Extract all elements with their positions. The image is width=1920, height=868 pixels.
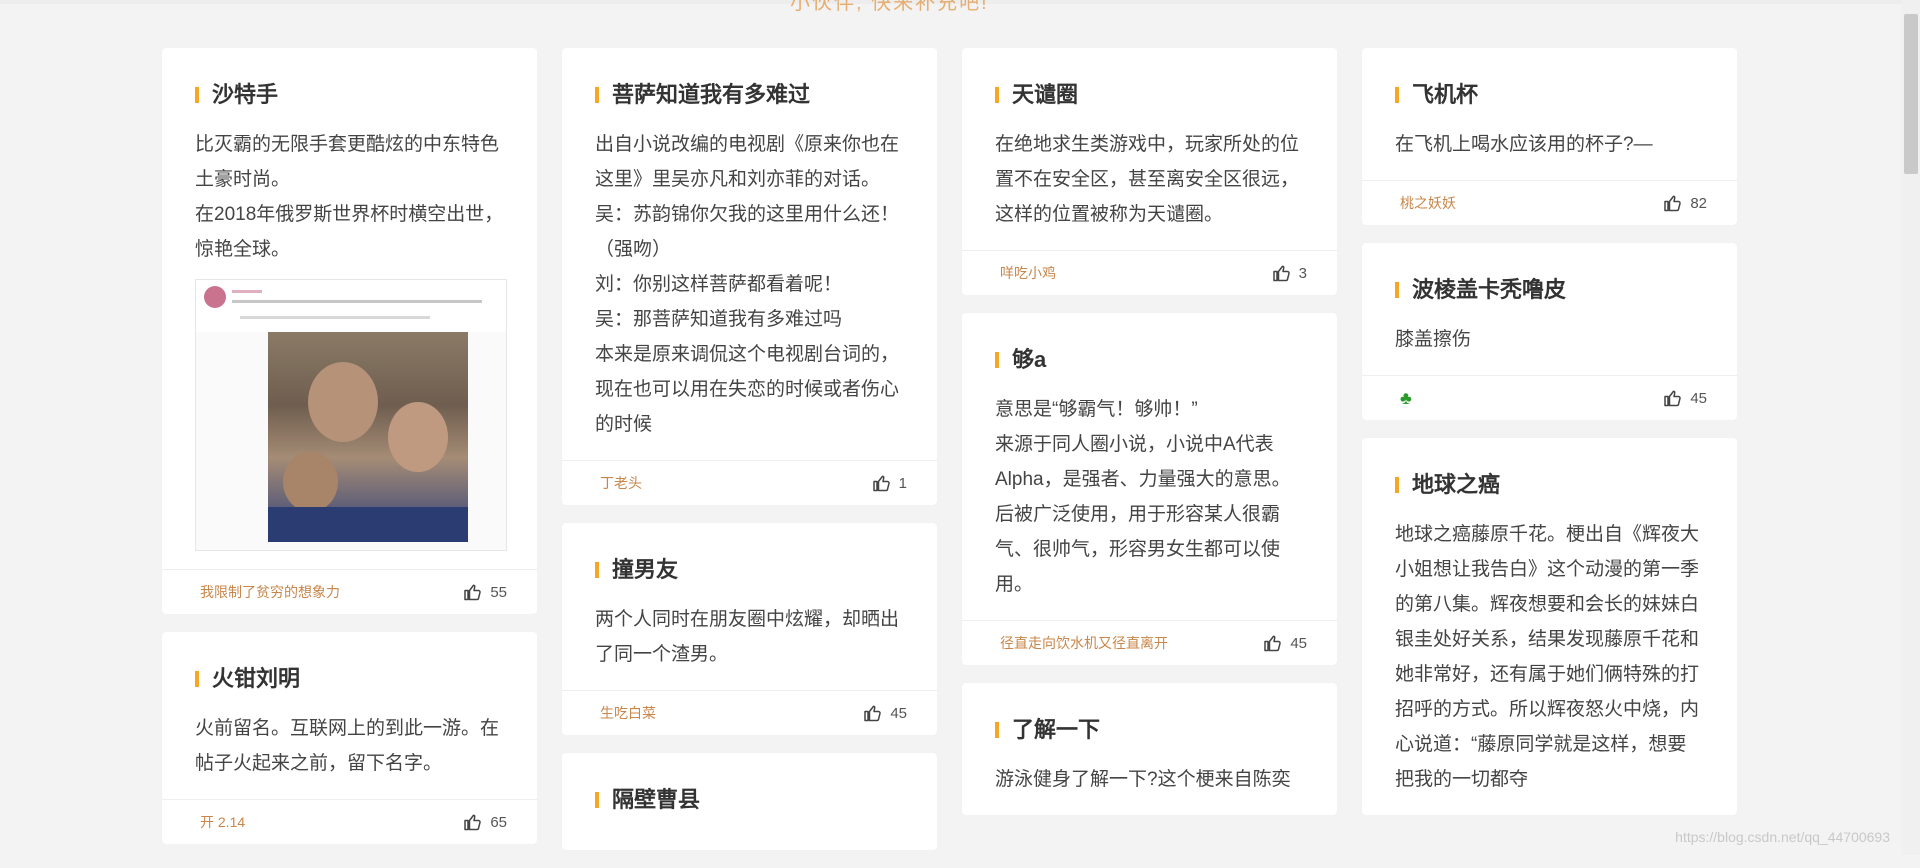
column-4: 飞机杯 在飞机上喝水应该用的杯子?— 桃之妖妖 82 波棱盖卡秃噜皮 膝盖擦伤 … [1362, 48, 1737, 833]
card-text: 出自小说改编的电视剧《原来你也在这里》里吴亦凡和刘亦菲的对话。吴：苏韵锦你欠我的… [595, 127, 904, 442]
thumbs-up-icon [872, 475, 890, 492]
like-button[interactable]: 65 [463, 813, 507, 831]
card-text: 在飞机上喝水应该用的杯子?— [1395, 127, 1704, 162]
card-title[interactable]: 隔壁曹县 [595, 786, 904, 814]
card-footer: 生吃白菜 45 [562, 690, 937, 735]
card-title[interactable]: 天谴圈 [995, 81, 1304, 109]
avatar [204, 286, 226, 308]
card-paragraph: 火前留名。互联网上的到此一游。在帖子火起来之前，留下名字。 [195, 718, 500, 774]
like-count: 45 [1690, 389, 1707, 407]
vertical-scrollbar[interactable] [1902, 0, 1920, 855]
card-paragraph: 游泳健身了解一下?这个梗来自陈奕 [995, 769, 1291, 790]
author-link[interactable]: 我限制了贫穷的想象力 [200, 582, 340, 602]
card-footer: 径直走向饮水机又径直离开 45 [962, 620, 1337, 665]
card-paragraph: 本来是原来调侃这个电视剧台词的，现在也可以用在失恋的时候或者伤心的时候 [595, 344, 900, 435]
card-paragraph: 膝盖擦伤 [1395, 329, 1472, 350]
card-image[interactable] [195, 279, 507, 551]
page-heading-partial: 小伙伴, 快来补充吧! [790, 0, 989, 14]
like-button[interactable]: 45 [1663, 389, 1707, 407]
card-title[interactable]: 沙特手 [195, 81, 504, 109]
photo [268, 332, 468, 542]
author-link[interactable]: 桃之妖妖 [1400, 193, 1456, 213]
card-footer: 开 2.14 65 [162, 799, 537, 844]
card-text: 两个人同时在朋友圈中炫耀，却晒出了同一个渣男。 [595, 602, 904, 672]
author-link[interactable]: 丁老头 [600, 473, 642, 493]
author-link[interactable]: 生吃白菜 [600, 703, 656, 723]
meme-card[interactable]: 火钳刘明 火前留名。互联网上的到此一游。在帖子火起来之前，留下名字。 开 2.1… [162, 632, 537, 844]
meme-card[interactable]: 够a 意思是“够霸气！够帅！” 来源于同人圈小说，小说中A代表Alpha，是强者… [962, 313, 1337, 665]
thumbs-up-icon [464, 814, 482, 831]
like-button[interactable]: 45 [863, 704, 907, 722]
like-button[interactable]: 3 [1272, 264, 1307, 282]
meme-card[interactable]: 菩萨知道我有多难过 出自小说改编的电视剧《原来你也在这里》里吴亦凡和刘亦菲的对话… [562, 48, 937, 505]
meme-card[interactable]: 撞男友 两个人同时在朋友圈中炫耀，却晒出了同一个渣男。 生吃白菜 45 [562, 523, 937, 735]
like-count: 3 [1298, 264, 1307, 282]
card-footer: 咩吃小鸡 3 [962, 250, 1337, 295]
meme-card[interactable]: 了解一下 游泳健身了解一下?这个梗来自陈奕 [962, 683, 1337, 815]
card-title[interactable]: 够a [995, 346, 1304, 374]
card-text: 火前留名。互联网上的到此一游。在帖子火起来之前，留下名字。 [195, 711, 504, 781]
card-text: 比灭霸的无限手套更酷炫的中东特色土豪时尚。 在2018年俄罗斯世界杯时横空出世，… [195, 127, 504, 267]
watermark: https://blog.csdn.net/qq_44700693 [1675, 829, 1890, 845]
thumbs-up-icon [864, 705, 882, 722]
card-paragraph: 在绝地求生类游戏中，玩家所处的位置不在安全区，甚至离安全区很远，这样的位置被称为… [995, 134, 1300, 225]
like-button[interactable]: 55 [463, 583, 507, 601]
column-3: 天谴圈 在绝地求生类游戏中，玩家所处的位置不在安全区，甚至离安全区很远，这样的位… [962, 48, 1337, 833]
column-2: 菩萨知道我有多难过 出自小说改编的电视剧《原来你也在这里》里吴亦凡和刘亦菲的对话… [562, 48, 937, 868]
like-button[interactable]: 1 [872, 474, 907, 492]
card-paragraph: 刘：你别这样菩萨都看着呢！ [595, 274, 843, 295]
clover-icon[interactable]: ♣ [1400, 388, 1412, 409]
thumbs-up-icon [1664, 390, 1682, 407]
like-count: 45 [890, 704, 907, 722]
card-title[interactable]: 飞机杯 [1395, 81, 1704, 109]
like-button[interactable]: 45 [1263, 634, 1307, 652]
card-text: 在绝地求生类游戏中，玩家所处的位置不在安全区，甚至离安全区很远，这样的位置被称为… [995, 127, 1304, 232]
author-link[interactable]: 咩吃小鸡 [1000, 263, 1056, 283]
thumbs-up-icon [1664, 195, 1682, 212]
card-text: 意思是“够霸气！够帅！” 来源于同人圈小说，小说中A代表Alpha，是强者、力量… [995, 392, 1304, 602]
card-footer: 桃之妖妖 82 [1362, 180, 1737, 225]
card-footer: ♣ 45 [1362, 375, 1737, 420]
card-text: 游泳健身了解一下?这个梗来自陈奕 [995, 762, 1304, 797]
card-paragraph: 意思是“够霸气！够帅！” [995, 399, 1198, 420]
meme-card[interactable]: 隔壁曹县 [562, 753, 937, 850]
card-paragraph: 地球之癌藤原千花。梗出自《辉夜大小姐想让我告白》这个动漫的第一季的第八集。辉夜想… [1395, 524, 1700, 790]
card-title[interactable]: 菩萨知道我有多难过 [595, 81, 904, 109]
scrollbar-thumb[interactable] [1904, 14, 1918, 174]
card-paragraph: 来源于同人圈小说，小说中A代表Alpha，是强者、力量强大的意思。后被广泛使用，… [995, 434, 1291, 595]
card-paragraph: 两个人同时在朋友圈中炫耀，却晒出了同一个渣男。 [595, 609, 900, 665]
card-title[interactable]: 了解一下 [995, 716, 1304, 744]
card-text: 膝盖擦伤 [1395, 322, 1704, 357]
like-count: 1 [898, 474, 907, 492]
card-title[interactable]: 波棱盖卡秃噜皮 [1395, 276, 1704, 304]
card-paragraph: 吴：那菩萨知道我有多难过吗 [595, 309, 843, 330]
card-title[interactable]: 火钳刘明 [195, 665, 504, 693]
thumbs-up-icon [1264, 635, 1282, 652]
card-footer: 我限制了贫穷的想象力 55 [162, 569, 537, 614]
like-count: 65 [490, 813, 507, 831]
card-paragraph: 在飞机上喝水应该用的杯子?— [1395, 134, 1653, 155]
like-count: 55 [490, 583, 507, 601]
card-text: 地球之癌藤原千花。梗出自《辉夜大小姐想让我告白》这个动漫的第一季的第八集。辉夜想… [1395, 517, 1704, 797]
meme-card[interactable]: 沙特手 比灭霸的无限手套更酷炫的中东特色土豪时尚。 在2018年俄罗斯世界杯时横… [162, 48, 537, 614]
card-paragraph: 出自小说改编的电视剧《原来你也在这里》里吴亦凡和刘亦菲的对话。吴：苏韵锦你欠我的… [595, 134, 900, 260]
thumbs-up-icon [1272, 265, 1290, 282]
meme-card[interactable]: 飞机杯 在飞机上喝水应该用的杯子?— 桃之妖妖 82 [1362, 48, 1737, 225]
author-link[interactable]: 开 2.14 [200, 812, 245, 832]
card-paragraph: 比灭霸的无限手套更酷炫的中东特色土豪时尚。 [195, 134, 500, 190]
card-paragraph: 在2018年俄罗斯世界杯时横空出世，惊艳全球。 [195, 204, 504, 260]
like-count: 45 [1290, 634, 1307, 652]
meme-card[interactable]: 波棱盖卡秃噜皮 膝盖擦伤 ♣ 45 [1362, 243, 1737, 420]
like-count: 82 [1690, 194, 1707, 212]
card-footer: 丁老头 1 [562, 460, 937, 505]
meme-card[interactable]: 地球之癌 地球之癌藤原千花。梗出自《辉夜大小姐想让我告白》这个动漫的第一季的第八… [1362, 438, 1737, 815]
meme-card[interactable]: 天谴圈 在绝地求生类游戏中，玩家所处的位置不在安全区，甚至离安全区很远，这样的位… [962, 48, 1337, 295]
author-link[interactable]: 径直走向饮水机又径直离开 [1000, 633, 1168, 653]
like-button[interactable]: 82 [1663, 194, 1707, 212]
column-1: 沙特手 比灭霸的无限手套更酷炫的中东特色土豪时尚。 在2018年俄罗斯世界杯时横… [162, 48, 537, 862]
image-post-header [196, 280, 506, 332]
card-title[interactable]: 地球之癌 [1395, 471, 1704, 499]
card-title[interactable]: 撞男友 [595, 556, 904, 584]
thumbs-up-icon [464, 584, 482, 601]
